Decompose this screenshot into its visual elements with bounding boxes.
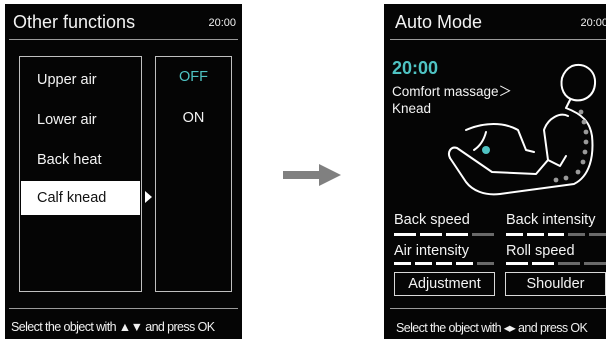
level-segment bbox=[584, 262, 606, 265]
clock: 20:00 bbox=[208, 17, 236, 29]
level-segment bbox=[506, 233, 523, 236]
massage-chair-illustration-icon bbox=[447, 64, 597, 196]
setting-back-intensity-label[interactable]: Back intensity bbox=[506, 212, 595, 228]
level-segment bbox=[558, 262, 580, 265]
header-divider bbox=[9, 39, 238, 40]
roll-speed-level-bar bbox=[506, 262, 606, 265]
air-intensity-level-bar bbox=[394, 262, 494, 265]
footer-hint: Select the object with ▲▼ and press OK bbox=[11, 320, 215, 334]
menu-item-calf-knead[interactable]: Calf knead bbox=[21, 181, 140, 215]
screen-title: Auto Mode bbox=[395, 12, 483, 32]
level-segment bbox=[506, 262, 528, 265]
footer-divider bbox=[390, 308, 606, 309]
remaining-time: 20:00 bbox=[392, 58, 439, 78]
footer-hint: Select the object with ◂▸ and press OK bbox=[396, 321, 588, 335]
back-intensity-level-bar bbox=[506, 233, 606, 236]
back-speed-level-bar bbox=[394, 233, 494, 236]
level-segment bbox=[568, 233, 586, 236]
level-segment bbox=[532, 262, 554, 265]
auto-mode-screen: Auto Mode 20:00 20:00 Comfort massage＞ K… bbox=[384, 4, 606, 339]
menu-item-back-heat[interactable]: Back heat bbox=[21, 143, 140, 177]
value-list: OFF ON bbox=[155, 56, 232, 292]
level-segment bbox=[394, 262, 411, 265]
level-segment bbox=[414, 262, 432, 265]
menu-item-lower-air[interactable]: Lower air bbox=[21, 103, 140, 137]
shoulder-button[interactable]: Shoulder bbox=[505, 272, 606, 296]
clock: 20:00 bbox=[580, 17, 606, 29]
right-arrow-icon bbox=[283, 164, 341, 186]
level-segment bbox=[477, 262, 494, 265]
function-list: Upper air Lower air Back heat Calf knead bbox=[19, 56, 142, 292]
adjustment-button[interactable]: Adjustment bbox=[394, 272, 495, 296]
level-segment bbox=[420, 233, 442, 236]
other-functions-screen: Other functions 20:00 Upper air Lower ai… bbox=[5, 4, 242, 339]
menu-item-upper-air[interactable]: Upper air bbox=[21, 63, 140, 97]
level-segment bbox=[472, 233, 494, 236]
level-segment bbox=[547, 233, 565, 236]
value-off[interactable]: OFF bbox=[156, 69, 231, 85]
setting-back-speed-label[interactable]: Back speed bbox=[394, 212, 470, 228]
level-segment bbox=[394, 233, 416, 236]
level-segment bbox=[446, 233, 468, 236]
level-segment bbox=[456, 262, 474, 265]
level-segment bbox=[435, 262, 453, 265]
level-segment bbox=[589, 233, 606, 236]
header-divider bbox=[390, 39, 606, 40]
selection-pointer-icon bbox=[145, 191, 152, 203]
level-segment bbox=[526, 233, 544, 236]
value-on[interactable]: ON bbox=[156, 110, 231, 126]
setting-air-intensity-label[interactable]: Air intensity bbox=[394, 243, 469, 259]
footer-divider bbox=[9, 308, 238, 309]
screen-title: Other functions bbox=[13, 12, 136, 32]
setting-roll-speed-label[interactable]: Roll speed bbox=[506, 243, 575, 259]
